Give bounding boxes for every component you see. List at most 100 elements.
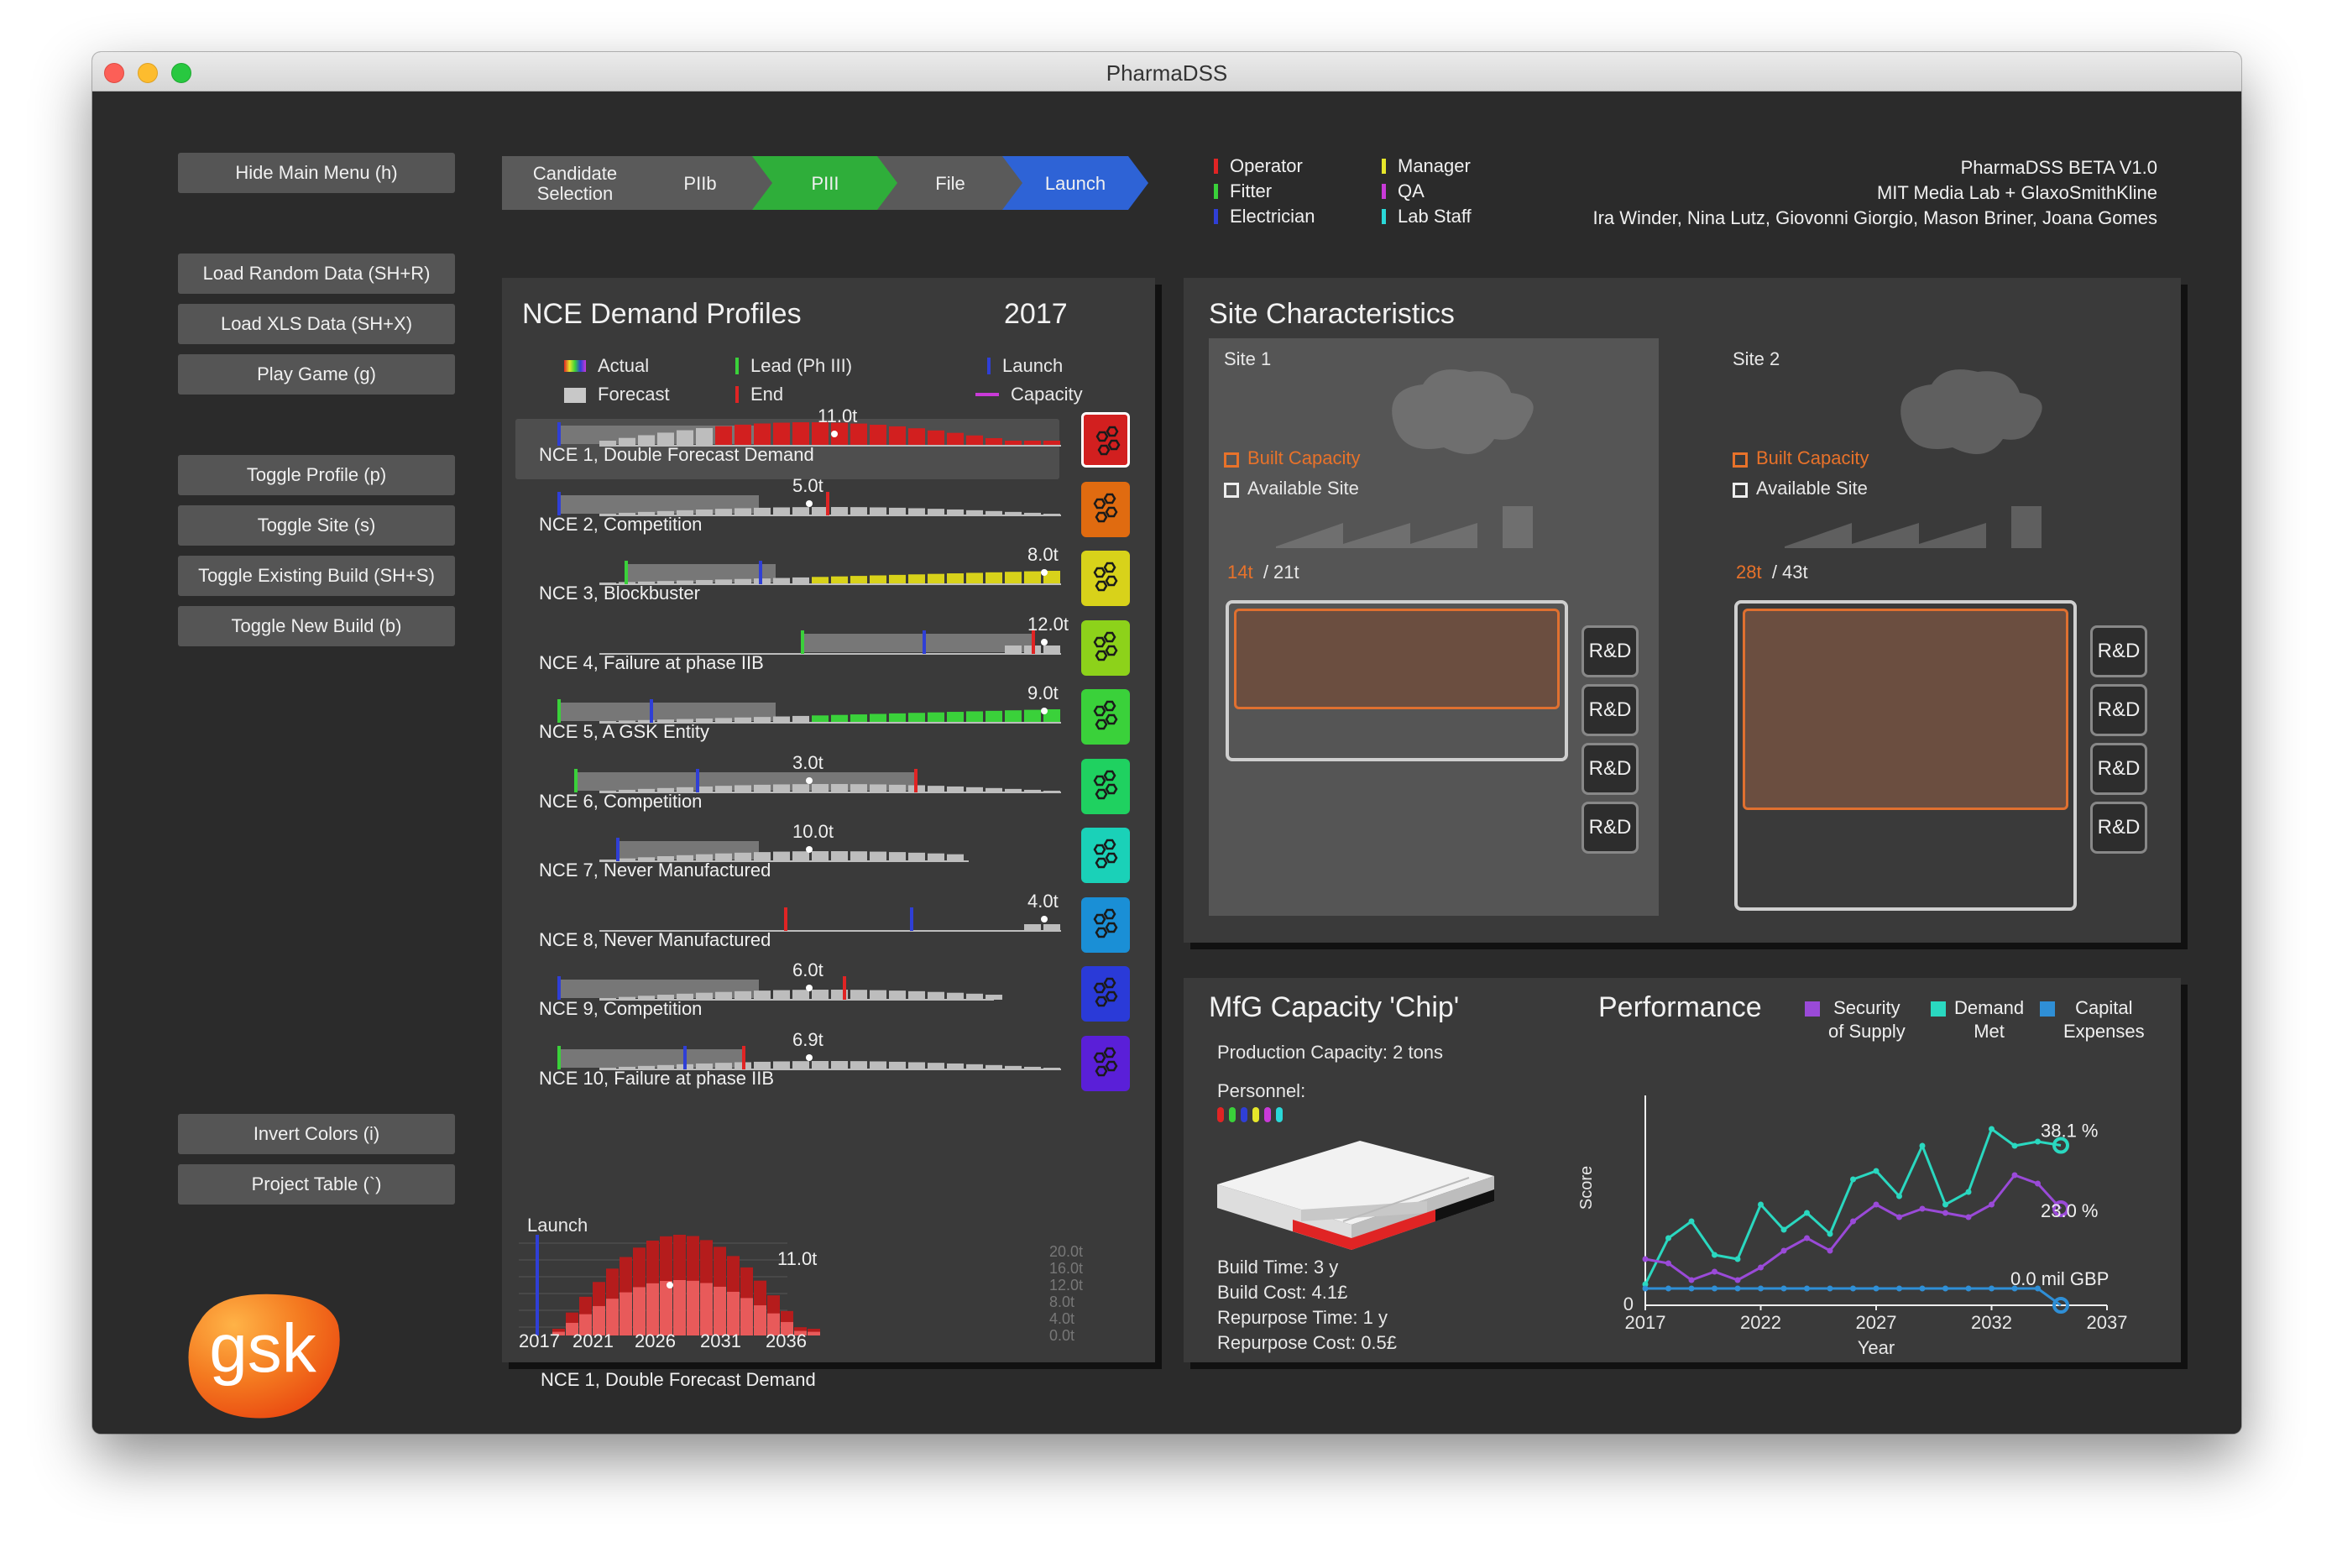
site-2-available-area[interactable] <box>1734 600 2077 911</box>
site-1-built-legend: Built Capacity <box>1224 447 1361 469</box>
demand-bar <box>850 783 867 792</box>
nce-molecule-button[interactable] <box>1081 1035 1130 1091</box>
demand-bar <box>773 422 790 446</box>
site-2-built-legend: Built Capacity <box>1733 447 1869 469</box>
demand-bar <box>754 784 771 792</box>
legend-forecast-label: Forecast <box>598 384 670 405</box>
series-line-security-of-supply <box>1644 1173 2063 1282</box>
stage-3-label: PIII <box>811 173 839 194</box>
repurpose-time: Repurpose Time: 1 y <box>1217 1307 1388 1328</box>
nce-molecule-button[interactable] <box>1081 758 1130 814</box>
site-2-rnd-button-4[interactable]: R&D <box>2090 802 2147 854</box>
nce-molecule-button[interactable] <box>1081 828 1130 883</box>
site-1-rnd-button-2[interactable]: R&D <box>1582 684 1639 736</box>
nce-row[interactable]: 9.0t NCE 5, A GSK Entity <box>502 682 1155 759</box>
demand-bar <box>754 717 771 723</box>
nce-row[interactable]: 11.0t NCE 1, Double Forecast Demand <box>502 405 1155 482</box>
detail-x-tick: 2021 <box>572 1330 614 1351</box>
peak-marker <box>1041 569 1048 576</box>
load-xls-data-button[interactable]: Load XLS Data (SH+X) <box>178 304 455 344</box>
site-1-rnd-button-1[interactable]: R&D <box>1582 625 1639 677</box>
series-point <box>1665 1235 1671 1241</box>
detail-y-tick: 4.0t <box>1049 1310 1075 1327</box>
nce-row-label: NCE 8, Never Manufactured <box>539 928 771 950</box>
capacity-swatch-icon <box>975 393 999 396</box>
nce-molecule-button[interactable] <box>1081 966 1130 1022</box>
demand-bar <box>947 786 964 792</box>
detail-actual-bar <box>646 1283 659 1335</box>
nce-row[interactable]: 10.0t NCE 7, Never Manufactured <box>502 821 1155 897</box>
chip-personnel-icons <box>1217 1104 1318 1124</box>
load-random-data-button[interactable]: Load Random Data (SH+R) <box>178 253 455 294</box>
site-2-card[interactable]: Site 2 Built Capacity Available Site 28t… <box>1717 338 2087 916</box>
nce-peak-value: 11.0t <box>818 405 858 426</box>
series-point <box>1780 1247 1787 1254</box>
play-game-button[interactable]: Play Game (g) <box>178 354 455 395</box>
demand-bar <box>792 851 809 861</box>
nce-molecule-button[interactable] <box>1081 551 1130 606</box>
site-2-rnd-button-1[interactable]: R&D <box>2090 625 2147 677</box>
current-year: 2017 <box>1004 298 1068 330</box>
detail-caption: NCE 1, Double Forecast Demand <box>541 1369 816 1390</box>
stage-1-label: Candidate <box>533 163 617 184</box>
nce-row[interactable]: 5.0t NCE 2, Competition <box>502 475 1155 551</box>
detail-demand-chart <box>519 1235 1140 1335</box>
demand-bar <box>928 1062 944 1069</box>
site-2-built-area[interactable] <box>1743 609 2068 810</box>
nce-molecule-button[interactable] <box>1081 689 1130 745</box>
perf-x-tick: 2037 <box>2087 1312 2128 1333</box>
series-point <box>1665 1260 1671 1267</box>
demand-bar <box>754 990 771 1000</box>
demand-bar <box>870 990 886 1000</box>
series-point <box>1688 1285 1695 1292</box>
detail-chart-svg <box>519 1235 820 1335</box>
project-table-button[interactable]: Project Table (`) <box>178 1164 455 1205</box>
site-1-rnd-button-3[interactable]: R&D <box>1582 743 1639 795</box>
site-1-available-area[interactable] <box>1226 600 1568 761</box>
nce-row[interactable]: 12.0t NCE 4, Failure at phase IIB <box>502 614 1155 690</box>
nce-row[interactable]: 8.0t NCE 3, Blockbuster <box>502 544 1155 620</box>
role-color-icon <box>1214 184 1218 199</box>
detail-y-tick: 8.0t <box>1049 1294 1075 1310</box>
site-1-built-area[interactable] <box>1234 609 1560 709</box>
peak-marker <box>806 1053 813 1061</box>
demand-bar <box>986 710 1002 723</box>
nce-molecule-button[interactable] <box>1081 619 1130 676</box>
demand-bar <box>850 851 867 861</box>
demand-bar <box>812 1060 829 1069</box>
series-point <box>1712 1252 1717 1258</box>
series-point <box>1712 1268 1717 1275</box>
nce-molecule-button[interactable] <box>1081 481 1130 537</box>
nce-molecule-button[interactable] <box>1081 412 1130 468</box>
nce-row[interactable]: 4.0t NCE 8, Never Manufactured <box>502 891 1155 967</box>
invert-colors-button[interactable]: Invert Colors (i) <box>178 1114 455 1154</box>
site-1-rnd-button-4[interactable]: R&D <box>1582 802 1639 854</box>
detail-actual-bar <box>620 1292 632 1335</box>
legend-capacity: Capacity <box>975 384 1083 405</box>
site-2-rnd-button-2[interactable]: R&D <box>2090 684 2147 736</box>
toggle-site-button[interactable]: Toggle Site (s) <box>178 505 455 546</box>
toggle-profile-button[interactable]: Toggle Profile (p) <box>178 455 455 495</box>
nce-row[interactable]: 6.0t NCE 9, Competition <box>502 959 1155 1036</box>
site-2-rnd-button-3[interactable]: R&D <box>2090 743 2147 795</box>
demand-bar <box>792 422 809 446</box>
toggle-existing-build-button[interactable]: Toggle Existing Build (SH+S) <box>178 556 455 596</box>
legend-forecast: Forecast <box>564 384 670 405</box>
hide-main-menu-button[interactable]: Hide Main Menu (h) <box>178 153 455 193</box>
nce-molecule-button[interactable] <box>1081 896 1130 953</box>
nce-row[interactable]: 6.9t NCE 10, Failure at phase IIB <box>502 1029 1155 1105</box>
launch-marker <box>557 976 561 1000</box>
toggle-new-build-button[interactable]: Toggle New Build (b) <box>178 606 455 646</box>
detail-y-tick: 16.0t <box>1049 1260 1084 1277</box>
nce-row[interactable]: 3.0t NCE 6, Competition <box>502 752 1155 828</box>
demand-bar <box>966 993 983 1000</box>
peak-marker <box>806 846 813 853</box>
capacity-chip-icon[interactable] <box>1217 1126 1503 1260</box>
series-point <box>1965 1189 1972 1195</box>
nce-row-label: NCE 1, Double Forecast Demand <box>539 444 814 465</box>
organization-label: MIT Media Lab + GlaxoSmithKline <box>1876 182 2157 203</box>
demand-bar <box>831 1060 848 1069</box>
performance-legend-swatch-icon <box>1931 1001 1946 1017</box>
peak-marker <box>1041 708 1048 714</box>
role-operator: Operator <box>1214 155 1303 177</box>
